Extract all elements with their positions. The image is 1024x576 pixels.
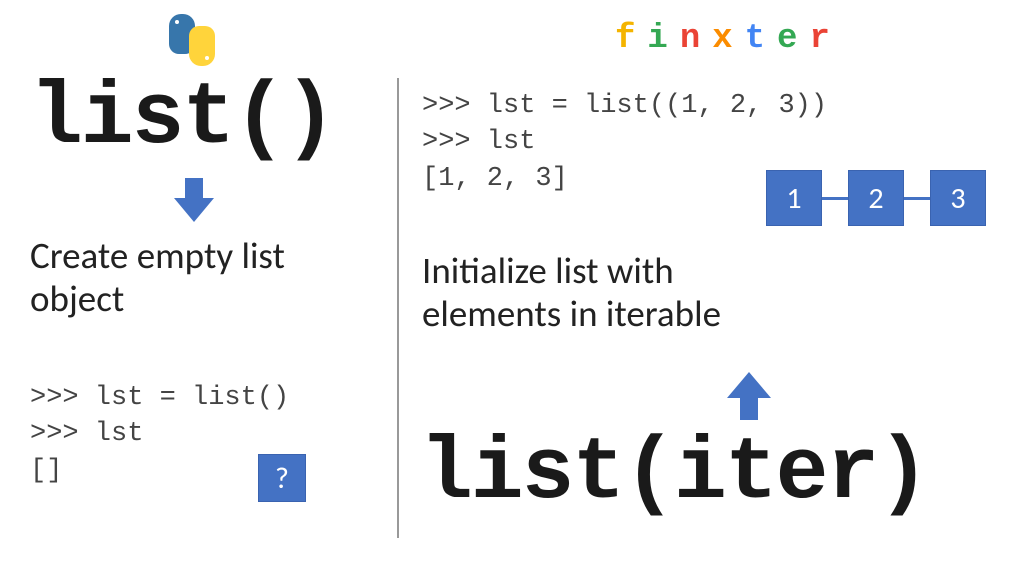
brand-letter: i: [647, 20, 679, 58]
node-link: [904, 197, 930, 200]
arrow-up-icon: [727, 372, 771, 420]
brand-letter: x: [712, 20, 744, 58]
brand-letter: f: [615, 20, 647, 58]
question-box: ?: [258, 454, 306, 502]
brand-letter: r: [809, 20, 841, 58]
arrow-down-icon: [174, 178, 214, 222]
finxter-brand: finxter: [615, 20, 842, 58]
desc-left-line1: Create empty list: [30, 235, 285, 278]
description-right: Initialize list with elements in iterabl…: [422, 250, 721, 335]
heading-list-iter: list(iter): [420, 425, 928, 524]
list-node: 3: [930, 170, 986, 226]
desc-right-line2: elements in iterable: [422, 293, 721, 336]
heading-list-empty: list(): [30, 70, 335, 169]
brand-letter: n: [680, 20, 712, 58]
list-node: 1: [766, 170, 822, 226]
question-mark-icon: ?: [275, 460, 289, 497]
node-link: [822, 197, 848, 200]
vertical-divider: [397, 78, 399, 538]
list-node: 2: [848, 170, 904, 226]
code-block-left: >>> lst = list() >>> lst []: [30, 380, 289, 489]
description-left: Create empty list object: [30, 235, 285, 320]
brand-letter: e: [777, 20, 809, 58]
brand-letter: t: [745, 20, 777, 58]
list-nodes: 1 2 3: [766, 170, 986, 226]
desc-right-line1: Initialize list with: [422, 250, 721, 293]
python-logo-icon: [165, 12, 220, 67]
diagram-stage: finxter list() Create empty list object …: [0, 0, 1024, 576]
desc-left-line2: object: [30, 278, 285, 321]
